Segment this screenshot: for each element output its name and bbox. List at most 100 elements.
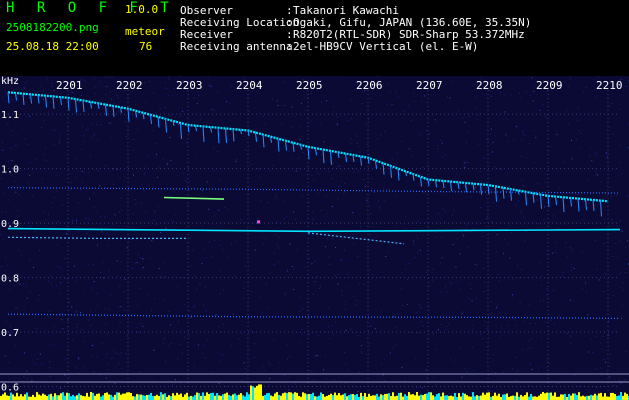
activity-bar	[434, 396, 436, 400]
activity-bar	[326, 395, 328, 400]
activity-bar	[266, 393, 268, 400]
activity-bar	[570, 395, 572, 400]
meteor-echo	[157, 116, 160, 128]
activity-bar	[342, 394, 344, 400]
activity-bar	[36, 392, 38, 400]
activity-bar	[70, 396, 72, 400]
activity-bar	[384, 394, 386, 400]
activity-bar	[256, 385, 258, 400]
activity-bar	[294, 392, 296, 400]
activity-bar	[498, 393, 500, 400]
activity-bar	[198, 393, 200, 400]
meteor-echo	[450, 181, 452, 191]
activity-bar	[540, 393, 542, 400]
activity-bar	[202, 392, 204, 400]
activity-bar	[382, 395, 384, 400]
activity-bar	[58, 395, 60, 400]
activity-bar	[620, 392, 622, 400]
y-axis-label: kHz	[1, 76, 19, 87]
activity-bar	[56, 395, 58, 400]
activity-bar	[510, 396, 512, 400]
activity-bar	[524, 395, 526, 400]
activity-bar	[502, 394, 504, 400]
meteor-echo	[180, 122, 182, 139]
activity-bar	[208, 394, 210, 400]
activity-bar	[134, 396, 136, 400]
activity-bar	[594, 393, 596, 400]
activity-bar	[604, 393, 606, 400]
activity-bar	[248, 394, 250, 400]
activity-bar	[214, 395, 216, 400]
activity-bar	[586, 395, 588, 400]
activity-bar	[52, 396, 54, 400]
activity-bar	[116, 392, 118, 400]
meteor-echo	[480, 184, 482, 195]
activity-bar	[580, 396, 582, 400]
activity-bar	[552, 395, 554, 400]
activity-bar	[334, 392, 336, 400]
activity-bar	[38, 394, 40, 400]
activity-bar	[8, 395, 10, 400]
meteor-echo	[7, 92, 10, 104]
activity-bar	[322, 394, 324, 400]
noise-texture	[0, 76, 629, 400]
activity-bar	[204, 395, 206, 400]
meteor-echo	[465, 182, 467, 193]
activity-bar	[568, 394, 570, 400]
activity-bar	[230, 395, 232, 400]
activity-bar	[226, 392, 228, 400]
activity-bar	[62, 392, 64, 400]
meteor-echo	[52, 96, 55, 109]
activity-bar	[526, 392, 528, 400]
activity-bar	[24, 394, 26, 400]
activity-bar	[272, 396, 274, 400]
signal-trace	[307, 232, 405, 245]
activity-bar	[306, 394, 308, 400]
activity-bar	[590, 394, 592, 400]
x-tick-label: 2208	[476, 79, 503, 92]
activity-bar	[420, 394, 422, 400]
activity-bar	[140, 394, 142, 400]
activity-bar	[188, 396, 190, 400]
activity-bar	[484, 394, 486, 400]
meteor-echo	[487, 184, 490, 195]
x-tick-label: 2204	[236, 79, 263, 92]
activity-bar	[582, 395, 584, 400]
activity-bar	[238, 394, 240, 400]
activity-bar	[386, 393, 388, 400]
activity-bar	[436, 394, 438, 400]
spectrogram: 2201 2202 2203 2204 2205 2206 2207 2208 2209 2210…	[0, 76, 629, 400]
activity-bar	[54, 393, 56, 400]
activity-bar	[424, 394, 426, 400]
y-tick-label: 1.1	[1, 110, 19, 121]
meteor-echo	[142, 112, 145, 120]
activity-bar	[28, 396, 30, 400]
activity-bar	[250, 385, 252, 400]
activity-bar	[252, 386, 254, 400]
activity-bar	[254, 387, 256, 400]
activity-bar	[328, 394, 330, 400]
meteor-echo	[165, 118, 167, 133]
activity-bar	[602, 396, 604, 400]
meteor-echo	[547, 195, 550, 207]
activity-bar	[380, 394, 382, 400]
activity-bar	[160, 392, 162, 400]
app-version: 1.0.0	[125, 3, 159, 16]
y-tick-label: 0.8	[1, 274, 19, 285]
signal-trace	[7, 313, 621, 320]
activity-bar	[26, 392, 28, 400]
activity-bar	[74, 396, 76, 400]
meteor-echo	[315, 148, 317, 156]
meteor-echo	[405, 171, 407, 177]
activity-bar	[138, 394, 140, 400]
activity-bar	[82, 395, 84, 400]
activity-bar	[368, 393, 370, 400]
activity-bar	[148, 394, 150, 400]
meteor-echo	[82, 100, 85, 112]
activity-bar	[286, 392, 288, 400]
activity-bar	[478, 395, 480, 400]
activity-bar	[398, 392, 400, 400]
y-tick-label: 1.0	[1, 165, 19, 176]
y-tick-label: 0.6	[1, 383, 19, 394]
activity-bar	[100, 396, 102, 400]
